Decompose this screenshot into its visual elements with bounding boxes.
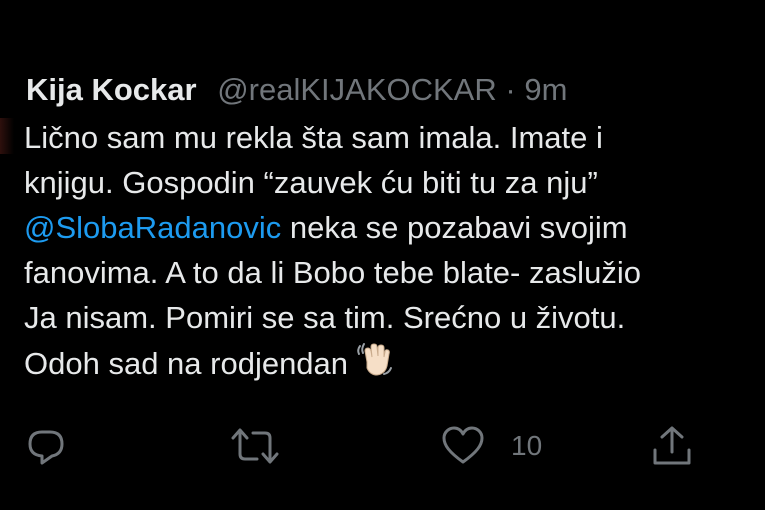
tweet-text-line: @SlobaRadanovic neka se pozabavi svojim (24, 205, 765, 250)
tweet-timestamp[interactable]: 9m (524, 72, 567, 107)
tweet[interactable]: Kija Kockar @realKIJAKOCKAR · 9m Lično s… (0, 0, 765, 510)
mention-link[interactable]: @SlobaRadanovic (24, 210, 281, 245)
share-button[interactable] (650, 424, 694, 468)
author-name[interactable]: Kija Kockar (26, 72, 197, 107)
retweet-icon (229, 424, 281, 468)
tweet-header: Kija Kockar @realKIJAKOCKAR · 9m (26, 70, 567, 110)
tweet-text-line: Odoh sad na rodjendan (24, 340, 765, 385)
tweet-text-line: fanovima. A to da li Bobo tebe blate- za… (24, 255, 641, 290)
reply-icon (24, 424, 68, 468)
background-fade (0, 118, 14, 154)
author-handle[interactable]: @realKIJAKOCKAR (217, 72, 497, 107)
tweet-text-line: Lično sam mu rekla šta sam imala. Imate … (24, 120, 603, 155)
waving-hand-icon (354, 340, 396, 392)
tweet-text-line: Ja nisam. Pomiri se sa tim. Srećno u živ… (24, 300, 626, 335)
like-button[interactable]: 10 (441, 424, 542, 468)
tweet-text-segment: neka se pozabavi svojim (281, 210, 628, 245)
heart-icon (441, 424, 485, 468)
reply-button[interactable] (24, 424, 68, 468)
tweet-text: Lično sam mu rekla šta sam imala. Imate … (24, 115, 765, 385)
retweet-button[interactable] (229, 424, 281, 468)
like-count: 10 (511, 430, 543, 461)
tweet-text-line: knjigu. Gospodin “zauvek ću biti tu za n… (24, 165, 598, 200)
share-icon (650, 424, 694, 468)
separator-dot: · (505, 72, 516, 107)
tweet-actions: 10 (0, 424, 765, 474)
tweet-text-segment: Odoh sad na rodjendan (24, 346, 349, 381)
